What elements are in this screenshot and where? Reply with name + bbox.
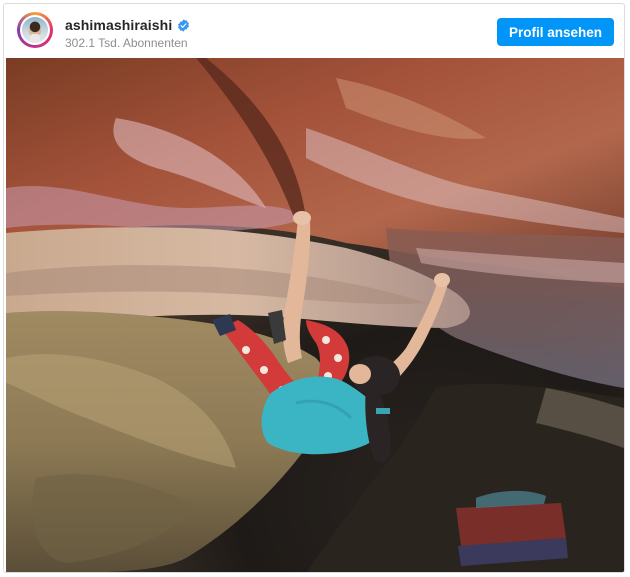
view-profile-button[interactable]: Profil ansehen bbox=[496, 18, 614, 46]
username-link[interactable]: ashimashiraishi bbox=[65, 17, 172, 33]
avatar[interactable] bbox=[17, 12, 53, 48]
subscriber-count: 302.1 Tsd. Abonnenten bbox=[65, 36, 188, 50]
avatar-image bbox=[20, 15, 50, 45]
username-row: ashimashiraishi bbox=[65, 17, 190, 33]
post-header: ashimashiraishi 302.1 Tsd. Abonnenten Pr… bbox=[4, 4, 624, 58]
verified-badge-icon bbox=[178, 18, 190, 32]
rock-climber-photo[interactable] bbox=[6, 58, 624, 572]
instagram-embed-card: ashimashiraishi 302.1 Tsd. Abonnenten Pr… bbox=[3, 3, 625, 573]
